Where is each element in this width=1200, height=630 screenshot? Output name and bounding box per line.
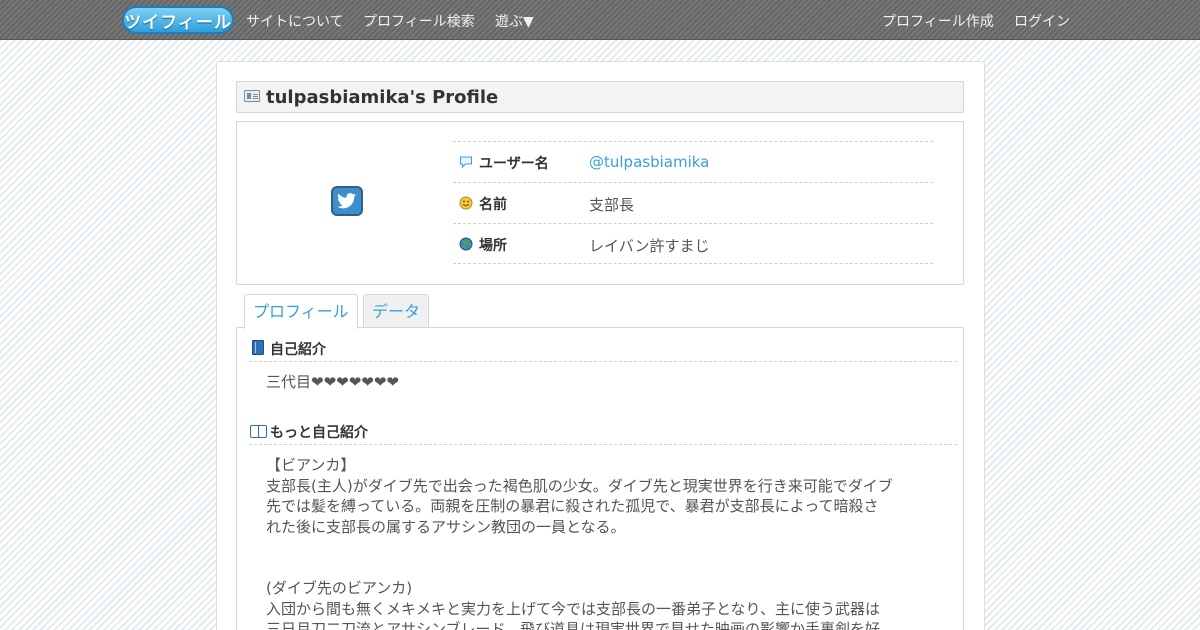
info-row-location: 場所 レイバン許すまじ xyxy=(453,223,933,264)
open-book-icon xyxy=(250,425,267,438)
page-title: tulpasbiamika's Profile xyxy=(266,87,499,108)
name-label: 名前 xyxy=(479,197,507,213)
page-title-box: tulpasbiamika's Profile xyxy=(236,81,964,113)
tab-data[interactable]: データ xyxy=(363,294,430,328)
section-header-self-intro: 自己紹介 xyxy=(249,338,957,362)
info-row-name: 名前 支部長 xyxy=(453,182,933,223)
nav-link-create-profile[interactable]: プロフィール作成 xyxy=(882,11,994,31)
profile-card-icon xyxy=(244,90,260,102)
location-label: 場所 xyxy=(479,238,507,254)
smiley-icon xyxy=(459,196,473,210)
nav-link-profile-search[interactable]: プロフィール検索 xyxy=(363,11,475,31)
tab-profile[interactable]: プロフィール xyxy=(244,294,358,329)
speech-bubble-icon xyxy=(459,155,473,169)
nav-link-play-dropdown[interactable]: 遊ぶ▼ xyxy=(495,11,534,31)
section-body-self-intro: 三代目❤❤❤❤❤❤❤ xyxy=(266,373,399,391)
bird-glyph xyxy=(337,193,357,209)
nav-link-login[interactable]: ログイン xyxy=(1014,11,1070,31)
site-logo[interactable]: ツイフィール xyxy=(122,6,234,34)
globe-icon xyxy=(459,237,473,251)
top-navbar: ツイフィール サイトについて プロフィール検索 遊ぶ▼ プロフィール作成 ログイ… xyxy=(0,0,1200,40)
profile-info-box: ユーザー名 @tulpasbiamika 名前 支部長 場所 レイバン許すまじ xyxy=(236,121,964,285)
username-label: ユーザー名 xyxy=(479,156,549,172)
book-icon xyxy=(252,340,264,355)
section-header-more-intro: もっと自己紹介 xyxy=(249,421,957,445)
username-link[interactable]: @tulpasbiamika xyxy=(589,153,709,171)
location-value: レイバン許すまじ xyxy=(589,237,710,255)
section-body-more-intro: 【ビアンカ】 支部長(主人)がダイブ先で出会った褐色肌の少女。ダイブ先と現実世界… xyxy=(266,456,893,630)
nav-link-about[interactable]: サイトについて xyxy=(246,11,344,31)
section-title-more-intro: もっと自己紹介 xyxy=(270,425,368,441)
section-title-self-intro: 自己紹介 xyxy=(270,342,326,358)
info-row-username: ユーザー名 @tulpasbiamika xyxy=(453,141,933,182)
name-value: 支部長 xyxy=(589,196,635,214)
profile-content-box: 自己紹介 三代目❤❤❤❤❤❤❤ もっと自己紹介 【ビアンカ】 支部長(主人)がダ… xyxy=(236,327,964,630)
twitter-bird-icon xyxy=(331,186,363,216)
